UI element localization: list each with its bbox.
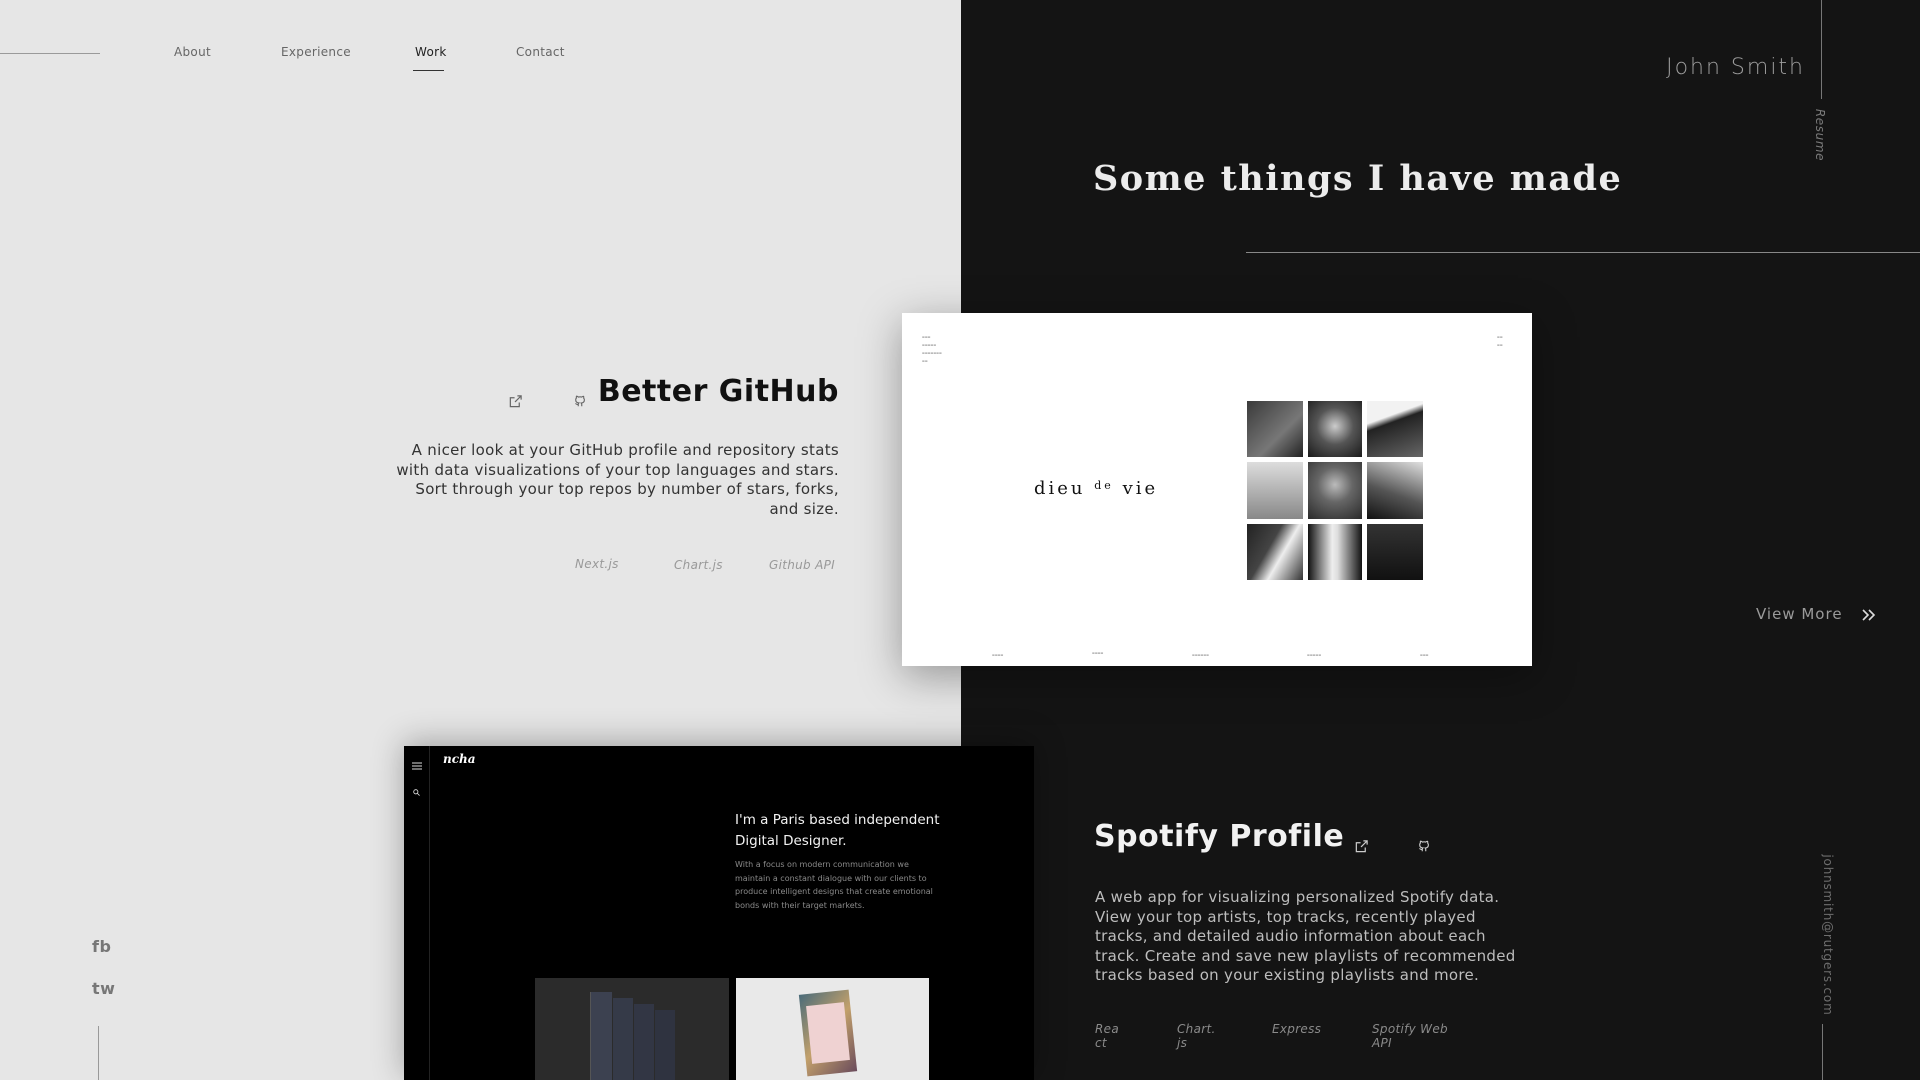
double-chevron-right-icon[interactable] [1860, 606, 1878, 624]
bottom-right-line [1822, 1024, 1823, 1080]
external-link-icon[interactable] [1351, 836, 1371, 856]
mockup-top-right-text: ▬▬ ▬▬ [1497, 335, 1503, 347]
tech-tag: Express [1272, 1022, 1322, 1036]
mockup-footer-link: ▬▬▬▬ [1092, 651, 1104, 655]
nav-divider [0, 53, 100, 54]
tech-tag: Next.js [575, 557, 619, 571]
mockup-card-books [535, 978, 729, 1080]
bottom-left-line [98, 1026, 99, 1080]
mockup-top-left-text: ▬▬▬ ▬▬▬▬▬ ▬▬▬▬▬▬▬ ▬▬ [922, 335, 942, 363]
search-icon [413, 781, 420, 800]
photo-tile [1308, 524, 1362, 580]
photo-tile [1367, 401, 1423, 457]
project-screenshot-ncha[interactable]: ncha I'm a Paris based independent Digit… [404, 746, 1034, 1080]
menu-icon [412, 755, 422, 774]
photo-tile [1308, 462, 1362, 519]
mockup-photo-grid [1247, 401, 1425, 580]
github-icon[interactable] [1414, 836, 1434, 856]
top-vertical-line [1821, 0, 1822, 99]
tech-tag: Chart.js [674, 558, 723, 572]
email-link[interactable]: johnsmith@rutgers.com [1821, 835, 1835, 1035]
resume-link[interactable]: Resume [1813, 105, 1827, 165]
section-title: Some things I have made [1093, 158, 1623, 199]
photo-tile [1247, 524, 1303, 580]
section-divider [1246, 252, 1920, 253]
book-spine [590, 992, 612, 1080]
mockup-logo: dieu de vie [1034, 478, 1159, 499]
view-more-link[interactable]: View More [1756, 605, 1843, 623]
mockup-footer-link: ▬▬▬▬▬▬ [1192, 653, 1210, 657]
photo-tile [1367, 524, 1423, 580]
photo-tile [1247, 462, 1303, 519]
book-spine [634, 1004, 654, 1080]
project-description: A web app for visualizing personalized S… [1095, 888, 1516, 984]
photo-tile [1367, 462, 1423, 519]
photo-tile [1247, 401, 1303, 457]
mockup-footer-link: ▬▬▬▬▬ [1307, 653, 1322, 657]
tech-tag: Spotify Web API [1372, 1022, 1448, 1050]
nav-contact[interactable]: Contact [516, 45, 565, 59]
project-screenshot-dieu[interactable]: ▬▬▬ ▬▬▬▬▬ ▬▬▬▬▬▬▬ ▬▬ ▬▬ ▬▬ dieu de vie ▬▬▬▬ … [902, 313, 1532, 666]
mockup-card-box [736, 978, 929, 1080]
project-title[interactable]: Better GitHub [560, 374, 839, 409]
facebook-link[interactable]: fb [92, 937, 111, 956]
project-description: A nicer look at your GitHub profile and … [396, 441, 839, 518]
nav-experience[interactable]: Experience [281, 45, 351, 59]
tech-tag: Chart.js [1177, 1022, 1216, 1050]
product-box [798, 989, 858, 1077]
tech-tag: Github API [769, 558, 835, 572]
nav-about[interactable]: About [174, 45, 211, 59]
mockup-footer-link: ▬▬▬ [1420, 653, 1429, 657]
external-link-icon[interactable] [505, 391, 525, 411]
site-name[interactable]: John Smith [1660, 55, 1805, 80]
product-box-label [806, 1002, 850, 1064]
book-spine [613, 998, 633, 1080]
mockup-logo: ncha [443, 752, 476, 766]
twitter-link[interactable]: tw [92, 979, 115, 998]
book-spine [655, 1010, 675, 1080]
nav-work[interactable]: Work [415, 45, 447, 59]
photo-tile [1308, 401, 1362, 457]
mockup-headline: I'm a Paris based independent Digital De… [735, 812, 940, 849]
mockup-footer-link: ▬▬▬▬ [992, 653, 1004, 657]
project-title[interactable]: Spotify Profile [1094, 819, 1344, 854]
nav-active-indicator [413, 70, 444, 71]
tech-tag: React [1095, 1022, 1119, 1050]
mockup-subtext: With a focus on modern communication we … [735, 860, 933, 910]
